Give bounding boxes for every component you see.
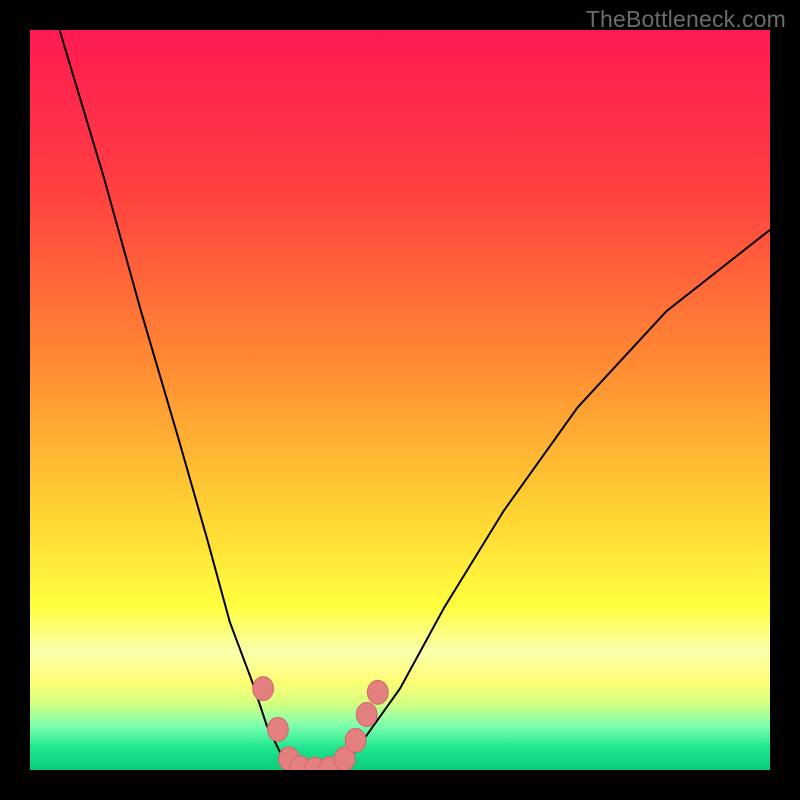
- series-marker: [253, 677, 274, 701]
- watermark-text: TheBottleneck.com: [586, 6, 786, 33]
- frame: TheBottleneck.com: [0, 0, 800, 800]
- series-marker: [356, 703, 377, 727]
- bottleneck-curve: [60, 30, 770, 770]
- series-marker: [268, 717, 289, 741]
- curves-layer: [30, 30, 770, 770]
- series-marker: [345, 728, 366, 752]
- series-marker: [367, 680, 388, 704]
- plot-area: [30, 30, 770, 770]
